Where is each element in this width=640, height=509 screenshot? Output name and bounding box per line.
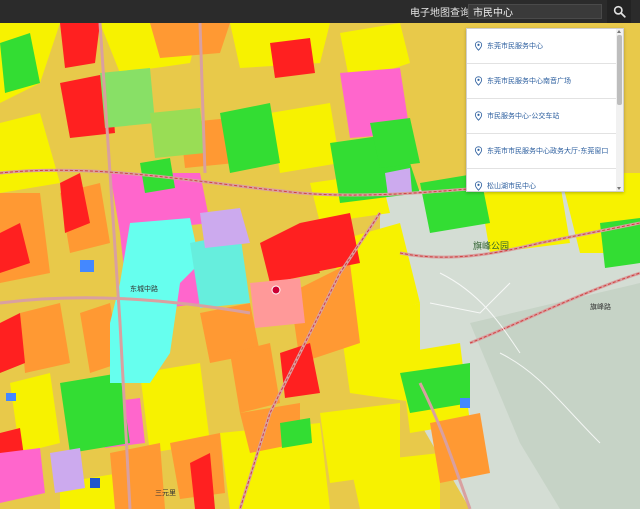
- location-pin-icon: [474, 76, 483, 86]
- location-pin-icon: [474, 111, 483, 121]
- result-label: 市民服务中心-公交车站: [487, 113, 560, 120]
- road-label-1: 旗峰路: [590, 302, 611, 311]
- scroll-up-icon[interactable]: [617, 30, 621, 33]
- scroll-down-icon[interactable]: [617, 187, 621, 190]
- road-label-2: 东城中路: [130, 284, 158, 293]
- result-label: 东莞市民服务中心南音广场: [487, 78, 571, 85]
- top-bar: 电子地图查询 -: [0, 0, 640, 23]
- location-marker-icon[interactable]: [271, 285, 281, 295]
- search-results-panel: 东莞市民服务中心 东莞市民服务中心南音广场 市民服务中心-公交车站 东莞市市民服…: [466, 28, 624, 192]
- result-label: 东莞市市民服务中心政务大厅-东莞窗口: [487, 148, 609, 155]
- result-label: 东莞市民服务中心: [487, 43, 543, 50]
- result-item[interactable]: 东莞市民服务中心: [467, 29, 623, 64]
- result-item[interactable]: 市民服务中心-公交车站: [467, 99, 623, 134]
- search-input[interactable]: [468, 4, 602, 19]
- result-item[interactable]: 东莞市民服务中心南音广场: [467, 64, 623, 99]
- search-icon: [613, 5, 626, 18]
- result-item[interactable]: 松山湖市民中心: [467, 169, 623, 191]
- app-title: 电子地图查询 -: [410, 8, 477, 19]
- location-pin-icon: [474, 41, 483, 51]
- result-label: 松山湖市民中心: [487, 183, 536, 190]
- search-button[interactable]: [607, 0, 631, 23]
- results-scrollbar[interactable]: [616, 29, 623, 191]
- location-pin-icon: [474, 181, 483, 191]
- scroll-thumb[interactable]: [617, 35, 622, 105]
- location-pin-icon: [474, 146, 483, 156]
- park-label: 旗峰公园: [473, 240, 509, 251]
- road-label-3: 三元里: [155, 489, 176, 497]
- result-item[interactable]: 东莞市市民服务中心政务大厅-东莞窗口: [467, 134, 623, 169]
